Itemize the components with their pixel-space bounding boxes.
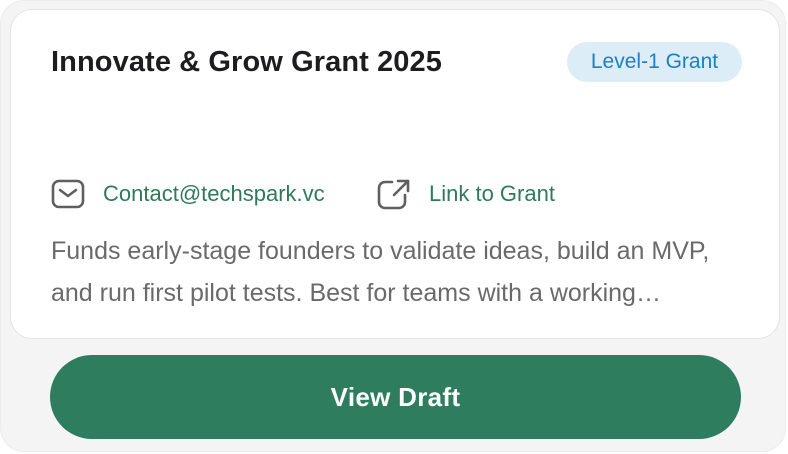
- view-draft-button[interactable]: View Draft: [50, 355, 741, 439]
- grant-card: Innovate & Grow Grant 2025 Level-1 Grant…: [10, 9, 780, 339]
- contact-email-text: Contact@techspark.vc: [103, 181, 325, 206]
- grant-level-badge: Level-1 Grant: [567, 42, 742, 82]
- grant-card-container: Innovate & Grow Grant 2025 Level-1 Grant…: [0, 0, 786, 452]
- grant-description: Funds early-stage founders to validate i…: [51, 237, 710, 307]
- grant-title: Innovate & Grow Grant 2025: [51, 46, 442, 78]
- contact-email-link[interactable]: Contact@techspark.vc: [51, 178, 325, 210]
- external-link-icon: [377, 178, 411, 210]
- mail-icon: [51, 178, 85, 210]
- link-to-grant-text: Link to Grant: [429, 181, 555, 206]
- link-to-grant[interactable]: Link to Grant: [377, 178, 555, 210]
